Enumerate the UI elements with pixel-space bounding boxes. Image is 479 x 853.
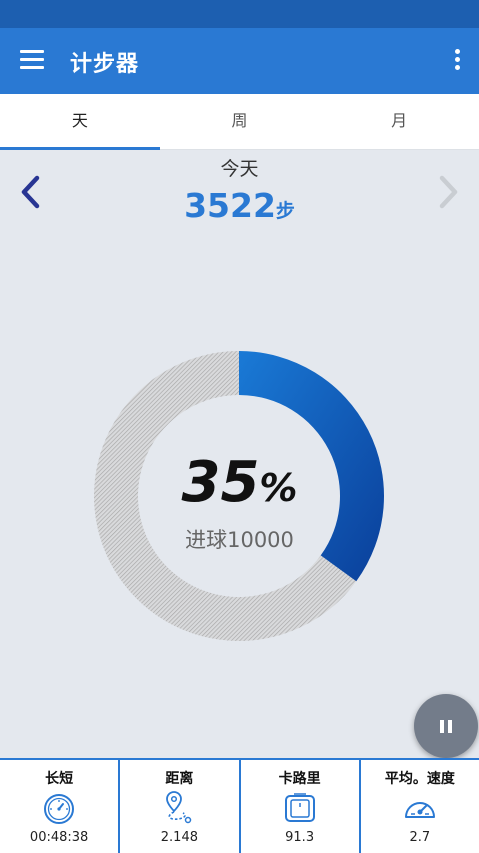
scale-icon [284,793,315,822]
day-label: 今天 [220,158,259,180]
stat-duration-value: 00:48:38 [29,830,89,845]
progress-percent-sign: % [259,466,298,510]
speedometer-icon [404,802,435,818]
more-options-icon[interactable] [453,49,461,75]
stat-speed-value: 2.7 [409,830,431,845]
progress-percent: 35% [0,450,479,515]
stat-speed-label: 平均。速度 [384,771,455,787]
period-tabs: 天 周 月 [0,94,479,150]
stat-distance: 距离 2.148 [120,760,241,853]
route-icon [166,791,192,824]
hamburger-menu-icon[interactable] [20,50,44,72]
goal-label: 进球10000 [185,528,294,552]
stat-calories-label: 卡路里 [278,771,321,787]
step-count: 3522步 [0,186,479,225]
stopwatch-icon [44,794,75,824]
stat-calories: 卡路里 91.3 [241,760,361,853]
stat-distance-value: 2.148 [160,830,198,845]
pause-button[interactable] [414,694,478,758]
tab-month[interactable]: 月 [319,94,479,149]
tab-day[interactable]: 天 [0,94,160,150]
stat-calories-value: 91.3 [285,830,315,845]
app-title: 计步器 [70,52,140,77]
status-bar [0,0,479,28]
step-count-value: 3522 [184,186,276,225]
stat-distance-label: 距离 [165,771,194,787]
stats-bar: 长短 00:48:38 距离 2.148 卡路里 91.3 平均。速度 2.7 [0,758,479,853]
progress-percent-value: 35 [181,450,260,515]
step-count-unit: 步 [275,200,295,222]
app-bar: 计步器 [0,28,479,94]
stat-duration-label: 长短 [45,771,74,787]
stat-speed: 平均。速度 2.7 [361,760,479,853]
tab-week[interactable]: 周 [160,94,320,149]
stat-duration: 长短 00:48:38 [0,760,121,853]
